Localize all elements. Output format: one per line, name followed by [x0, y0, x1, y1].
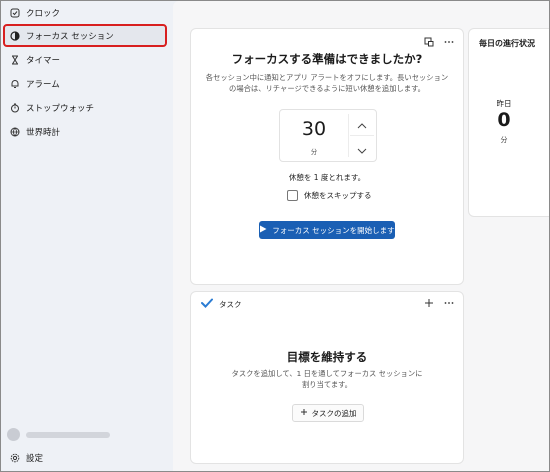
stopwatch-icon [4, 103, 26, 113]
daily-progress-title: 毎日の進行状況 [479, 39, 535, 48]
sidebar-item-world-clock[interactable]: 世界時計 [4, 121, 166, 142]
checkbox[interactable] [287, 190, 298, 201]
tasks-card: タスク 目標を維持する タスクを追加して、1 日を通してフォーカス セッションに… [190, 291, 464, 464]
tasks-empty-description: タスクを追加して、1 日を通してフォーカス セッションに割り当てます。 [231, 369, 423, 389]
divider [350, 135, 374, 136]
focus-description: 各セッション中に通知とアプリ アラートをオフにします。長いセッションの場合は、リ… [205, 73, 449, 93]
more-options-icon[interactable] [443, 36, 455, 48]
todo-check-icon [201, 298, 213, 310]
hourglass-icon [4, 55, 26, 65]
sidebar-item-label: ストップウォッチ [26, 103, 95, 114]
divider [348, 114, 349, 157]
globe-icon [4, 127, 26, 137]
chevron-down-icon [357, 139, 367, 158]
avatar [7, 428, 20, 441]
bell-icon [4, 79, 26, 89]
play-icon [259, 225, 267, 235]
add-task-button[interactable]: タスクの追加 [292, 404, 364, 422]
daily-progress-card: 毎日の進行状況 昨日 0 分 [468, 28, 549, 217]
sidebar-item-timer[interactable]: タイマー [4, 49, 166, 70]
plus-icon [300, 408, 308, 418]
gear-icon [4, 453, 26, 463]
yesterday-label: 昨日 [496, 99, 512, 108]
account-button[interactable] [7, 428, 110, 441]
chevron-up-icon [357, 114, 367, 133]
sidebar-item-label: アラーム [26, 79, 60, 90]
tasks-empty-title: 目標を維持する [286, 350, 368, 364]
increase-button[interactable] [350, 113, 374, 133]
yesterday-value: 0 [497, 109, 511, 131]
sidebar-item-stopwatch[interactable]: ストップウォッチ [4, 97, 166, 118]
sidebar: クロック フォーカス セッション タイマー アラーム ストップウォッチ 世界時計… [1, 1, 173, 471]
clock-app-window: クロック フォーカス セッション タイマー アラーム ストップウォッチ 世界時計… [0, 0, 550, 472]
decrease-button[interactable] [350, 138, 374, 158]
sidebar-item-label: 世界時計 [26, 127, 61, 138]
compact-overlay-icon[interactable] [423, 36, 435, 48]
focus-title: フォーカスする準備はできましたか? [231, 52, 423, 66]
sidebar-item-alarm[interactable]: アラーム [4, 73, 166, 94]
add-icon[interactable] [423, 297, 435, 309]
account-name-redacted [26, 431, 110, 438]
yesterday-unit: 分 [500, 136, 508, 144]
start-focus-label: フォーカス セッションを開始します [272, 225, 395, 235]
add-task-label: タスクの追加 [311, 408, 357, 418]
clock-icon [4, 8, 26, 18]
sidebar-item-label: タイマー [26, 55, 61, 66]
focus-session-card: フォーカスする準備はできましたか? 各セッション中に通知とアプリ アラートをオフ… [190, 28, 464, 285]
sidebar-item-label: クロック [26, 8, 61, 19]
duration-value[interactable]: 30 [280, 118, 348, 140]
sidebar-item-settings[interactable]: 設定 [4, 447, 166, 468]
tasks-header-label: タスク [219, 299, 242, 309]
break-info: 休憩を 1 度とれます。 [288, 173, 366, 182]
duration-unit: 分 [310, 148, 318, 156]
more-options-icon[interactable] [443, 297, 455, 309]
tasks-header: タスク [201, 298, 242, 310]
skip-break-checkbox[interactable]: 休憩をスキップする [287, 190, 372, 201]
focus-icon [4, 30, 26, 41]
start-focus-button[interactable]: フォーカス セッションを開始します [259, 221, 395, 239]
main-content: フォーカスする準備はできましたか? 各セッション中に通知とアプリ アラートをオフ… [173, 1, 549, 471]
skip-break-label: 休憩をスキップする [304, 191, 372, 200]
sidebar-item-clock[interactable]: クロック [4, 2, 166, 23]
sidebar-item-focus-session[interactable]: フォーカス セッション [3, 24, 167, 47]
sidebar-item-label: フォーカス セッション [26, 31, 114, 42]
settings-label: 設定 [26, 453, 44, 464]
duration-picker[interactable]: 30 分 [279, 109, 377, 162]
